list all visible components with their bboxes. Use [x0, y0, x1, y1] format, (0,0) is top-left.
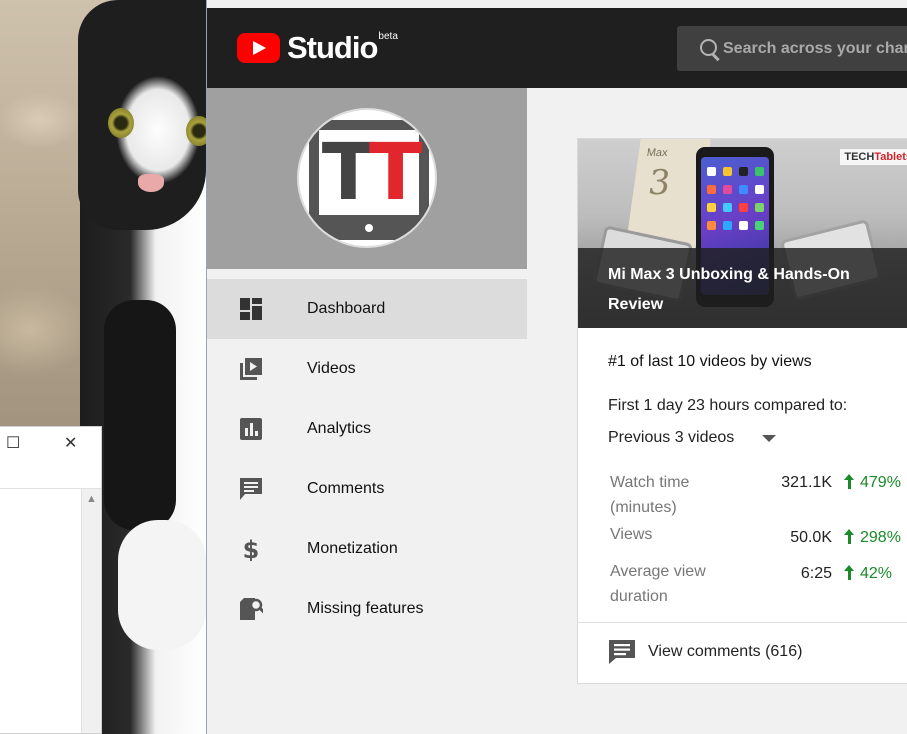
videos-icon [240, 358, 262, 380]
background-window-scrollbar[interactable]: ▲ [81, 489, 101, 733]
video-rank-text: #1 of last 10 videos by views [608, 353, 812, 370]
app-icon [739, 203, 748, 212]
sidebar-item-videos[interactable]: Videos [207, 339, 527, 399]
thumbnail-box-label: Max [645, 147, 669, 159]
search-box[interactable] [677, 26, 907, 71]
app-icon [707, 221, 716, 230]
app-icon [755, 185, 764, 194]
metric-change: 298% [844, 525, 901, 550]
app-icon [707, 167, 716, 176]
studio-window: Studio beta T T Das [206, 0, 907, 734]
sidebar-nav: Dashboard Videos Analytics Comments $ Mo… [207, 279, 527, 639]
app-icon [723, 167, 732, 176]
metric-label: Watch time (minutes) [610, 474, 690, 516]
sidebar-item-dashboard[interactable]: Dashboard [207, 279, 527, 339]
sidebar-item-label: Analytics [307, 420, 372, 437]
studio-logo[interactable]: Studio beta [237, 30, 398, 66]
arrow-up-icon [844, 529, 854, 544]
thumbnail-box-number: 3 [645, 163, 673, 203]
avatar-letter-2: T [369, 127, 422, 218]
sidebar-item-analytics[interactable]: Analytics [207, 399, 527, 459]
background-window-titlebar[interactable]: ☐ ✕ [0, 427, 101, 489]
metric-value: 50.0K [790, 529, 832, 546]
thumbnail-brand-watermark: TECHTablets [840, 149, 907, 165]
metric-label: Views [610, 526, 653, 543]
sidebar-item-label: Videos [307, 360, 356, 377]
app-icon [739, 167, 748, 176]
avatar-letter-1: T [321, 127, 375, 218]
scroll-up-icon[interactable]: ▲ [86, 493, 97, 505]
top-video-card: Max 3 TECHTablet Mi Max 3 Unboxing & Han… [577, 138, 907, 684]
window-top-strip [207, 0, 907, 8]
cat-leg-white [118, 520, 206, 650]
sidebar-item-label: Comments [307, 480, 385, 497]
metric-change-value: 42% [860, 565, 893, 582]
top-app-bar: Studio beta [207, 8, 907, 88]
comments-icon [240, 478, 262, 500]
analytics-icon [240, 418, 262, 440]
avatar-tablet-screen: T T [319, 127, 422, 218]
channel-header: T T [207, 88, 527, 269]
app-icon [723, 203, 732, 212]
compare-period-label: First 1 day 23 hours compared to: [608, 397, 848, 414]
app-icon [739, 221, 748, 230]
metric-value: 321.1K [781, 474, 832, 491]
metric-value: 6:25 [800, 565, 832, 582]
app-icon [755, 203, 764, 212]
sidebar-item-label: Monetization [307, 540, 398, 557]
app-icon [707, 203, 716, 212]
comment-icon [609, 640, 635, 664]
cat-nose [138, 174, 164, 192]
missing-features-icon [240, 598, 263, 620]
dashboard-icon [240, 298, 262, 320]
metric-change: 42% [844, 561, 892, 586]
app-icon [723, 185, 732, 194]
metric-change-value: 298% [860, 529, 901, 546]
metric-label: Average view duration [610, 563, 706, 605]
view-comments-label: View comments (616) [648, 643, 803, 660]
beta-label: beta [378, 30, 398, 42]
cat-photo-head [78, 0, 206, 230]
maximize-icon[interactable]: ☐ [6, 435, 20, 453]
video-thumbnail[interactable]: Max 3 TECHTablet Mi Max 3 Unboxing & Han… [578, 139, 907, 328]
compare-dropdown-value: Previous 3 videos [608, 429, 735, 446]
avatar-tablet-frame: T T [309, 120, 429, 240]
background-window[interactable]: ☐ ✕ ▲ [0, 426, 102, 734]
compare-dropdown[interactable]: Previous 3 videos [608, 429, 777, 447]
studio-logo-text: Studio [287, 30, 378, 65]
app-icon [755, 221, 764, 230]
sidebar-item-monetization[interactable]: $ Monetization [207, 519, 527, 579]
card-divider [578, 622, 907, 623]
video-title[interactable]: Mi Max 3 Unboxing & Hands-On Review [608, 260, 898, 320]
sidebar-item-missing-features[interactable]: Missing features [207, 579, 527, 639]
youtube-play-icon [237, 33, 280, 63]
sidebar-item-comments[interactable]: Comments [207, 459, 527, 519]
arrow-up-icon [844, 565, 854, 580]
sidebar-item-label: Missing features [307, 600, 424, 617]
metric-change-value: 479% [860, 474, 901, 491]
thumbnail-title-overlay: Mi Max 3 Unboxing & Hands-On Review [578, 248, 907, 328]
svg-text:$: $ [243, 537, 260, 561]
sidebar-item-label: Dashboard [307, 300, 386, 317]
close-icon[interactable]: ✕ [64, 435, 77, 453]
dollar-icon: $ [243, 537, 260, 561]
thumbnail-brand-part-a: TECH [844, 151, 875, 163]
cat-leg-black [104, 300, 176, 530]
metric-change: 479% [844, 470, 901, 495]
avatar-home-button [365, 224, 373, 232]
app-icon [755, 167, 764, 176]
cat-eye-left [108, 108, 134, 138]
app-icon [739, 185, 748, 194]
app-icon [707, 185, 716, 194]
thumbnail-brand-part-b: Tablets [874, 151, 907, 163]
view-comments-link[interactable]: View comments (616) [608, 639, 802, 665]
app-icon [723, 221, 732, 230]
search-input[interactable] [723, 39, 907, 58]
dropdown-arrow-icon [762, 434, 777, 442]
arrow-up-icon [844, 474, 854, 489]
channel-avatar[interactable]: T T [297, 108, 437, 248]
